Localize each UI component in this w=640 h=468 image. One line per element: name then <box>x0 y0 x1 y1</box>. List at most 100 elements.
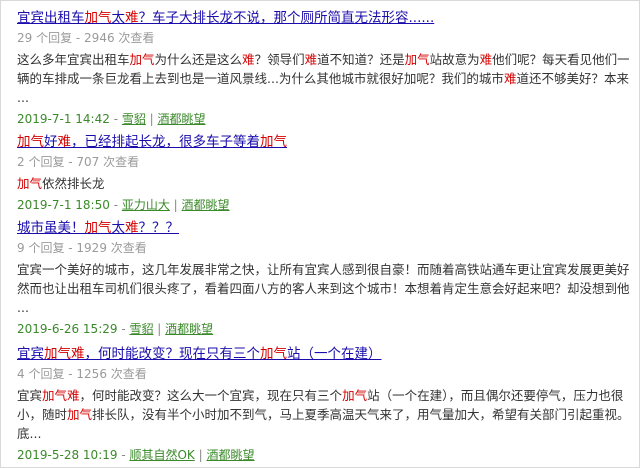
keyword-highlight: 难 <box>242 52 255 67</box>
result-item: 宜宾加气难，何时能改变？现在只有三个加气站（一个在建） 4 个回复 - 1256… <box>17 345 629 463</box>
excerpt-line: 宜宾加气难，何时能改变？这么大一个宜宾，现在只有三个加气站（一个在建），而且偶尔… <box>17 386 629 405</box>
text-run: 城市虽美！ <box>17 220 85 236</box>
text-run: 他们呢？每天看见他们一辆 <box>492 52 629 67</box>
text-run: 宜宾 <box>17 346 44 362</box>
excerpt-line: 加气依然排长龙 <box>17 174 629 193</box>
keyword-highlight: 加气 <box>42 388 68 403</box>
text-run: 然而也让出租车司机们很头疼了，看着四面八方的客人来到这个城市！本想着肯定生意会好… <box>17 281 629 296</box>
excerpt-line: 小，随时加气排长队，没有半个小时加不到气，马上夏季高温天气来了，用气量加大，希望… <box>17 405 629 424</box>
text-run: ？？？ <box>138 220 180 236</box>
result-title-link[interactable]: 宜宾出租车加气太难？车子大排长龙不说，那个厕所简直无法形容...... <box>17 9 629 27</box>
footer-divider: | <box>194 448 207 462</box>
result-stats: 29 个回复 - 2946 次查看 <box>17 31 155 45</box>
text-run: 站（一个在建），而且偶尔还要停气，压力也很 <box>367 388 624 403</box>
post-date: 2019-7-1 14:42 <box>17 112 110 126</box>
result-footer: 2019-6-26 15:29 - 雪貂 | 酒都眺望 <box>17 321 629 337</box>
text-run: ... <box>17 90 29 105</box>
author-link[interactable]: 雪貂 <box>122 112 146 126</box>
text-run: ，已经排起长龙，很多车子等着 <box>71 134 260 150</box>
footer-separator: - <box>117 322 130 336</box>
text-run: ，何时能改变？现在只有三个 <box>84 346 261 362</box>
text-run: 宜宾出租车 <box>17 10 85 26</box>
footer-separator: - <box>117 448 130 462</box>
result-item: 加气好难，已经排起长龙，很多车子等着加气 2 个回复 - 707 次查看 加气依… <box>17 133 629 213</box>
keyword-highlight: 难 <box>67 388 80 403</box>
result-title-link[interactable]: 加气好难，已经排起长龙，很多车子等着加气 <box>17 133 629 151</box>
excerpt-line: 这么多年宜宾出租车加气为什么还是这么难？领导们难道不知道？还是加气站故意为难他们… <box>17 50 629 69</box>
result-footer: 2019-7-1 18:50 - 亚力山大 | 酒都眺望 <box>17 197 629 213</box>
result-stats: 9 个回复 - 1929 次查看 <box>17 241 147 255</box>
keyword-highlight: 加气 <box>129 52 155 67</box>
text-run: 小，随时 <box>17 407 68 422</box>
search-results: 宜宾出租车加气太难？车子大排长龙不说，那个厕所简直无法形容...... 29 个… <box>0 0 640 468</box>
text-run: 站（一个在建） <box>287 346 382 362</box>
keyword-highlight: 难 <box>125 220 139 236</box>
footer-separator: - <box>109 198 122 212</box>
keyword-highlight: 加气 <box>17 134 44 150</box>
result-footer: 2019-7-1 14:42 - 雪貂 | 酒都眺望 <box>17 111 629 127</box>
post-date: 2019-7-1 18:50 <box>17 198 110 212</box>
text-run: 站故意为 <box>429 52 480 67</box>
author-link[interactable]: 雪貂 <box>129 322 153 336</box>
text-run: 宜宾 <box>17 388 43 403</box>
forum-link[interactable]: 酒都眺望 <box>158 112 206 126</box>
text-run: ，何时能改变？这么大一个宜宾，现在只有三个 <box>79 388 343 403</box>
footer-divider: | <box>153 322 166 336</box>
forum-link[interactable]: 酒都眺望 <box>165 322 213 336</box>
keyword-highlight: 加气 <box>260 134 287 150</box>
keyword-highlight: 难 <box>125 10 139 26</box>
footer-separator: - <box>109 112 122 126</box>
keyword-highlight: 难 <box>304 52 318 67</box>
text-run: 太 <box>111 10 126 26</box>
text-run: ？领导们 <box>254 52 305 67</box>
result-excerpt: 加气依然排长龙 <box>17 174 629 193</box>
excerpt-line: ... <box>17 298 629 317</box>
result-item: 城市虽美！加气太难？？？ 9 个回复 - 1929 次查看 宜宾一个美好的城市，… <box>17 219 629 337</box>
excerpt-line: ... <box>17 88 629 107</box>
keyword-highlight: 加气 <box>84 10 112 26</box>
author-link[interactable]: 亚力山大 <box>122 198 170 212</box>
excerpt-line: 然而也让出租车司机们很头疼了，看着四面八方的客人来到这个城市！本想着肯定生意会好… <box>17 279 629 298</box>
result-excerpt: 宜宾加气难，何时能改变？这么大一个宜宾，现在只有三个加气站（一个在建），而且偶尔… <box>17 386 629 443</box>
result-footer: 2019-5-28 10:19 - 顺其自然OK | 酒都眺望 <box>17 447 629 463</box>
text-run: ... <box>17 300 29 315</box>
text-run: 好 <box>44 134 58 150</box>
text-run: 道还不够美好？本来宜 <box>516 71 629 86</box>
post-date: 2019-5-28 10:19 <box>17 448 118 462</box>
post-date: 2019-6-26 15:29 <box>17 322 118 336</box>
text-run: 为什么还是这么 <box>154 52 243 67</box>
keyword-highlight: 难 <box>479 52 493 67</box>
text-run: 排长队，没有半个小时加不到气，马上夏季高温天气来了，用气量加大，希望有关部门引起… <box>92 407 629 422</box>
forum-link[interactable]: 酒都眺望 <box>206 448 254 462</box>
result-excerpt: 宜宾一个美好的城市，这几年发展非常之快，让所有宜宾人感到很自豪！而随着高铁站通车… <box>17 260 629 317</box>
footer-divider: | <box>145 112 158 126</box>
result-title-link[interactable]: 宜宾加气难，何时能改变？现在只有三个加气站（一个在建） <box>17 345 629 363</box>
footer-divider: | <box>169 198 182 212</box>
result-excerpt: 这么多年宜宾出租车加气为什么还是这么难？领导们难道不知道？还是加气站故意为难他们… <box>17 50 629 107</box>
excerpt-line: 辆的车排成一条巨龙看上去到也是一道风景线...为什么其他城市就很好加呢？我们的城… <box>17 69 629 88</box>
text-run: ？车子大排长龙不说，那个厕所简直无法形容...... <box>138 10 435 26</box>
result-title-link[interactable]: 城市虽美！加气太难？？？ <box>17 219 629 237</box>
result-stats: 2 个回复 - 707 次查看 <box>17 155 140 169</box>
keyword-highlight: 加气 <box>67 407 93 422</box>
text-run: 底... <box>17 426 42 441</box>
result-stats: 4 个回复 - 1256 次查看 <box>17 367 147 381</box>
forum-link[interactable]: 酒都眺望 <box>182 198 230 212</box>
author-link[interactable]: 顺其自然OK <box>129 448 194 462</box>
text-run: 这么多年宜宾出租车 <box>17 52 130 67</box>
text-run: 依然排长龙 <box>42 176 105 191</box>
result-item: 宜宾出租车加气太难？车子大排长龙不说，那个厕所简直无法形容...... 29 个… <box>17 9 629 127</box>
keyword-highlight: 难 <box>57 134 72 150</box>
text-run: 辆的车排成一条巨龙看上去到也是一道风景线...为什么其他城市就很好加呢？我们的城… <box>17 71 504 86</box>
excerpt-line: 底... <box>17 424 629 443</box>
text-run: 道不知道？还是 <box>317 52 405 67</box>
keyword-highlight: 加气 <box>260 346 287 362</box>
excerpt-line: 宜宾一个美好的城市，这几年发展非常之快，让所有宜宾人感到很自豪！而随着高铁站通车… <box>17 260 629 279</box>
keyword-highlight: 难 <box>503 71 517 86</box>
keyword-highlight: 加气 <box>342 388 368 403</box>
text-run: 宜宾一个美好的城市，这几年发展非常之快，让所有宜宾人感到很自豪！而随着高铁站通车… <box>17 262 629 277</box>
keyword-highlight: 加气 <box>17 176 43 191</box>
keyword-highlight: 加气 <box>404 52 430 67</box>
text-run: 太 <box>111 220 126 236</box>
keyword-highlight: 加气 <box>84 220 112 236</box>
